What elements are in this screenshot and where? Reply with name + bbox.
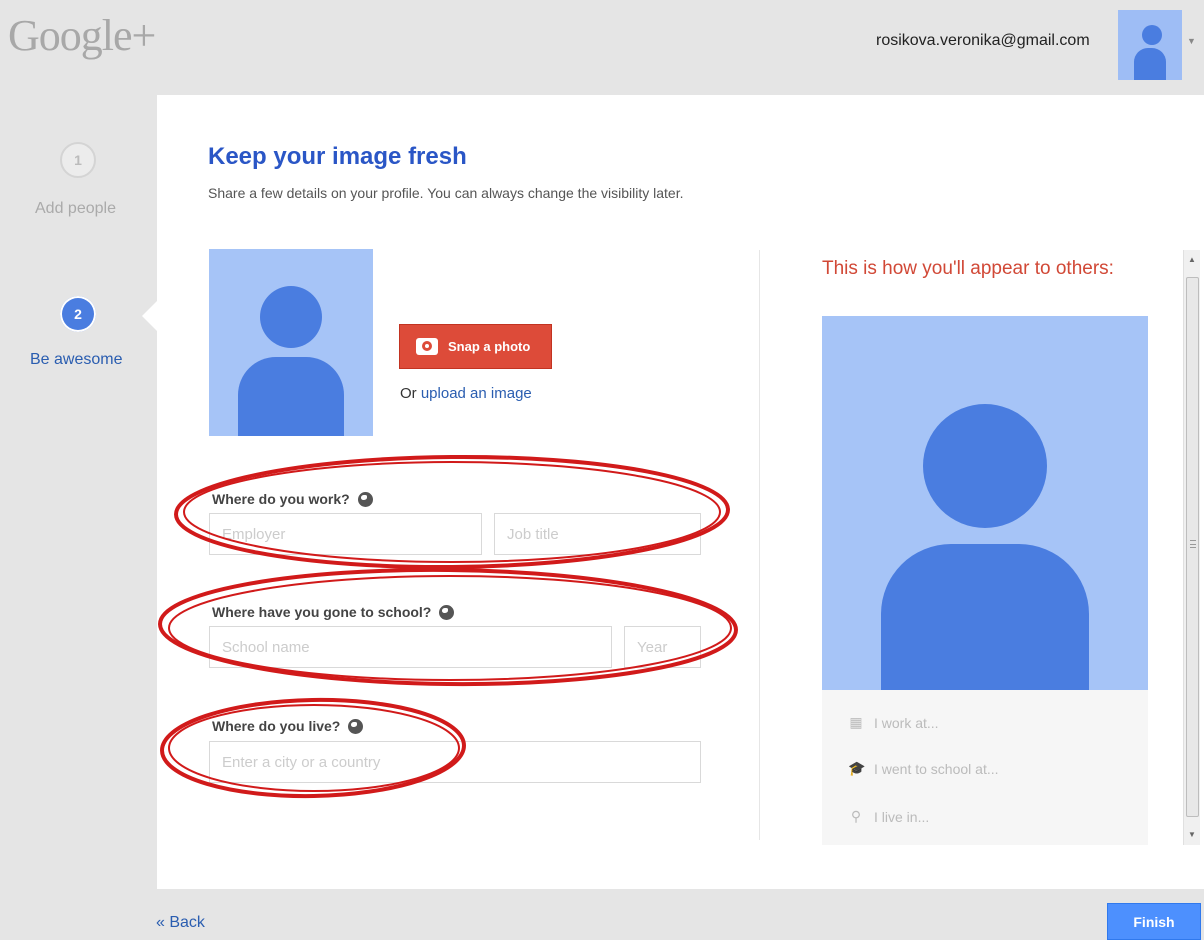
preview-work-row: ▦ I work at... xyxy=(848,714,939,731)
avatar-head xyxy=(1142,25,1162,45)
account-email[interactable]: rosikova.veronika@gmail.com xyxy=(876,32,1090,50)
photo-body xyxy=(238,357,344,436)
snap-photo-label: Snap a photo xyxy=(448,339,531,354)
card-pointer-notch xyxy=(142,300,158,332)
job-title-input[interactable] xyxy=(494,513,701,555)
preview-avatar xyxy=(822,316,1148,690)
school-question: Where have you gone to school? xyxy=(212,604,455,620)
profile-photo-placeholder xyxy=(209,249,373,436)
step-1-label[interactable]: Add people xyxy=(35,200,116,218)
preview-live-text: I live in... xyxy=(874,808,930,825)
preview-live-row: ⚲ I live in... xyxy=(848,808,929,825)
avatar-body xyxy=(1134,48,1166,80)
city-input[interactable] xyxy=(209,741,701,783)
upload-line: Or upload an image xyxy=(400,385,532,402)
scroll-up-arrow-icon[interactable]: ▲ xyxy=(1184,252,1200,268)
preview-title: This is how you'll appear to others: xyxy=(822,258,1114,279)
preview-school-text: I went to school at... xyxy=(874,760,999,777)
scroll-down-arrow-icon[interactable]: ▼ xyxy=(1184,827,1200,843)
year-input[interactable] xyxy=(624,626,701,668)
work-question: Where do you work? xyxy=(212,491,373,507)
preview-scrollbar[interactable]: ▲ ▼ xyxy=(1183,250,1200,845)
employer-input[interactable] xyxy=(209,513,482,555)
preview-avatar-body xyxy=(881,544,1089,690)
back-link[interactable]: « Back xyxy=(156,914,205,932)
preview-school-row: 🎓 I went to school at... xyxy=(848,760,999,777)
preview-work-text: I work at... xyxy=(874,714,939,731)
google-plus-logo: Google+ xyxy=(8,11,156,60)
school-label: Where have you gone to school? xyxy=(212,604,432,620)
scroll-thumb[interactable] xyxy=(1186,277,1199,817)
upload-image-link[interactable]: upload an image xyxy=(421,385,532,402)
account-menu-caret-icon[interactable]: ▼ xyxy=(1187,36,1196,46)
column-divider xyxy=(759,250,760,840)
scroll-grip-icon xyxy=(1190,540,1196,548)
graduation-cap-icon: 🎓 xyxy=(848,760,866,776)
account-avatar[interactable] xyxy=(1118,10,1182,80)
page-subtitle: Share a few details on your profile. You… xyxy=(208,185,684,201)
globe-icon[interactable] xyxy=(439,604,455,620)
camera-icon xyxy=(416,338,438,355)
building-icon: ▦ xyxy=(849,714,863,730)
snap-photo-button[interactable]: Snap a photo xyxy=(399,324,552,369)
upload-prefix: Or xyxy=(400,385,417,402)
step-2-circle: 2 xyxy=(60,296,96,332)
step-1-circle[interactable]: 1 xyxy=(60,142,96,178)
live-question: Where do you live? xyxy=(212,718,364,734)
map-pin-icon: ⚲ xyxy=(850,808,862,824)
step-2-label: Be awesome xyxy=(30,351,123,368)
school-name-input[interactable] xyxy=(209,626,612,668)
photo-head xyxy=(260,286,322,348)
preview-avatar-head xyxy=(923,404,1047,528)
page-title: Keep your image fresh xyxy=(208,143,467,170)
globe-icon[interactable] xyxy=(348,718,364,734)
live-label: Where do you live? xyxy=(212,718,341,734)
finish-button[interactable]: Finish xyxy=(1107,903,1201,940)
globe-icon[interactable] xyxy=(357,491,373,507)
work-label: Where do you work? xyxy=(212,491,350,507)
